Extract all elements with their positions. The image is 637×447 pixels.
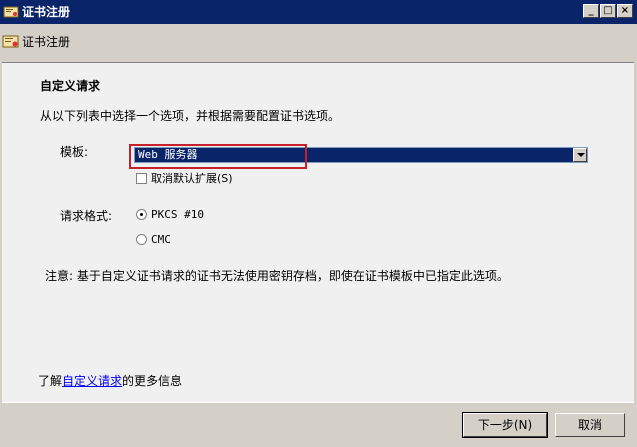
template-dropdown[interactable]: Web 服务器	[134, 147, 588, 163]
next-button[interactable]: 下一步(N)	[462, 412, 548, 438]
template-label: 模板:	[60, 145, 89, 159]
close-button[interactable]: ×	[617, 4, 633, 18]
cancel-button[interactable]: 取消	[555, 413, 625, 437]
template-selected-value: Web 服务器	[138, 148, 198, 161]
suppress-extensions-checkbox[interactable]: 取消默认扩展(S)	[136, 170, 233, 186]
section-title: 自定义请求	[40, 79, 101, 93]
content-panel: 自定义请求 从以下列表中选择一个选项，并根据需要配置证书选项。 模板: Web …	[2, 62, 634, 403]
more-info-prefix: 了解	[38, 374, 63, 388]
certificate-app-icon	[3, 6, 19, 18]
wizard-title: 证书注册	[22, 35, 71, 49]
checkbox-box[interactable]	[136, 172, 147, 184]
radio-label-pkcs10: PKCS #10	[151, 208, 204, 221]
radio-button-icon[interactable]	[136, 234, 147, 245]
button-bar: 下一步(N) 取消	[0, 403, 637, 447]
radio-label-cmc: CMC	[151, 233, 171, 246]
minimize-button[interactable]: _	[583, 4, 599, 18]
wizard-header: 证书注册	[0, 24, 637, 62]
radio-cmc[interactable]: CMC	[136, 232, 171, 246]
title-bar: 证书注册 _ □ ×	[0, 0, 637, 24]
more-info-suffix: 的更多信息	[122, 374, 183, 388]
section-description: 从以下列表中选择一个选项，并根据需要配置证书选项。	[40, 109, 341, 123]
request-format-label: 请求格式:	[60, 209, 113, 223]
certificate-icon	[2, 35, 19, 48]
radio-pkcs10[interactable]: PKCS #10	[136, 207, 204, 221]
window-title: 证书注册	[22, 5, 71, 19]
note-text: 注意: 基于自定义证书请求的证书无法使用密钥存档，即使在证书模板中已指定此选项。	[45, 269, 509, 283]
more-info: 了解自定义请求的更多信息	[38, 372, 182, 389]
custom-request-link[interactable]: 自定义请求	[62, 374, 122, 388]
checkbox-label: 取消默认扩展(S)	[151, 172, 233, 185]
dropdown-arrow-icon[interactable]	[573, 148, 587, 162]
maximize-button[interactable]: □	[600, 4, 616, 18]
radio-button-icon[interactable]	[136, 209, 147, 220]
